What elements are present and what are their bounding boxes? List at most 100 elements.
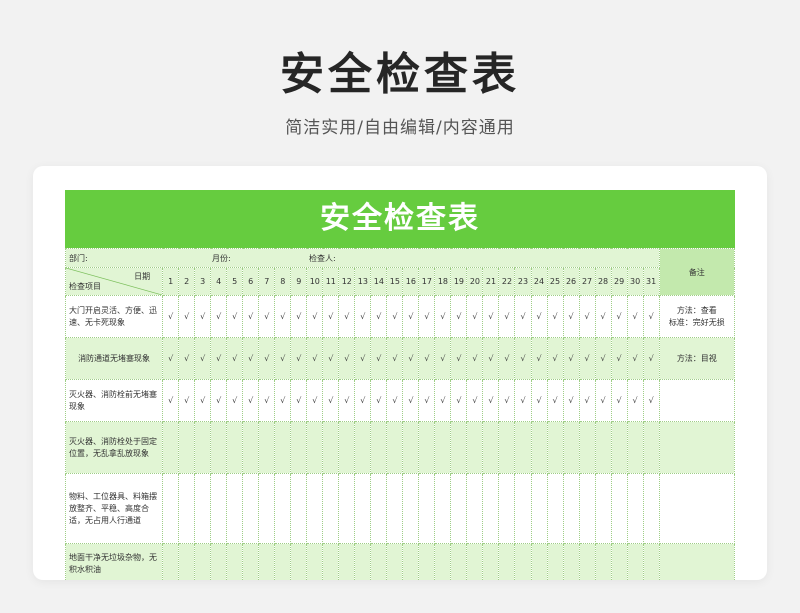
- day-cell[interactable]: √: [514, 337, 532, 380]
- day-cell[interactable]: √: [386, 379, 404, 422]
- day-cell[interactable]: √: [162, 379, 180, 422]
- day-cell[interactable]: [274, 543, 292, 580]
- day-cell[interactable]: √: [482, 379, 500, 422]
- day-cell[interactable]: [242, 421, 260, 474]
- day-cell[interactable]: [386, 421, 404, 474]
- day-cell[interactable]: √: [482, 295, 500, 338]
- day-cell[interactable]: [210, 421, 228, 474]
- day-cell[interactable]: [578, 473, 596, 544]
- day-cell[interactable]: [194, 543, 212, 580]
- day-cell[interactable]: [354, 543, 372, 580]
- day-cell[interactable]: √: [626, 295, 644, 338]
- day-cell[interactable]: [338, 473, 356, 544]
- day-cell[interactable]: √: [242, 337, 260, 380]
- day-cell[interactable]: √: [322, 295, 340, 338]
- day-cell[interactable]: [610, 421, 628, 474]
- day-cell[interactable]: √: [178, 295, 196, 338]
- day-cell[interactable]: [210, 543, 228, 580]
- day-cell[interactable]: √: [466, 337, 484, 380]
- day-cell[interactable]: √: [402, 379, 420, 422]
- day-cell[interactable]: √: [354, 379, 372, 422]
- day-cell[interactable]: [386, 543, 404, 580]
- day-cell[interactable]: √: [258, 379, 276, 422]
- day-cell[interactable]: √: [290, 295, 308, 338]
- day-cell[interactable]: [242, 543, 260, 580]
- day-cell[interactable]: [370, 473, 388, 544]
- day-cell[interactable]: [418, 421, 436, 474]
- day-cell[interactable]: √: [578, 295, 596, 338]
- day-cell[interactable]: [306, 543, 324, 580]
- day-cell[interactable]: √: [354, 337, 372, 380]
- day-cell[interactable]: [226, 473, 244, 544]
- day-cell[interactable]: [226, 543, 244, 580]
- day-cell[interactable]: [450, 421, 468, 474]
- day-cell[interactable]: [562, 543, 580, 580]
- day-cell[interactable]: [434, 473, 452, 544]
- day-cell[interactable]: √: [338, 337, 356, 380]
- day-cell[interactable]: √: [386, 295, 404, 338]
- day-cell[interactable]: √: [610, 379, 628, 422]
- day-cell[interactable]: [530, 473, 548, 544]
- day-cell[interactable]: √: [322, 379, 340, 422]
- day-cell[interactable]: [178, 473, 196, 544]
- day-cell[interactable]: [482, 421, 500, 474]
- day-cell[interactable]: √: [498, 295, 516, 338]
- day-cell[interactable]: √: [370, 379, 388, 422]
- day-cell[interactable]: [498, 473, 516, 544]
- day-cell[interactable]: [514, 543, 532, 580]
- day-cell[interactable]: [226, 421, 244, 474]
- day-cell[interactable]: √: [578, 379, 596, 422]
- day-cell[interactable]: √: [370, 295, 388, 338]
- day-cell[interactable]: √: [450, 379, 468, 422]
- day-cell[interactable]: [434, 543, 452, 580]
- day-cell[interactable]: √: [418, 379, 436, 422]
- day-cell[interactable]: [306, 473, 324, 544]
- day-cell[interactable]: √: [418, 337, 436, 380]
- day-cell[interactable]: √: [642, 337, 660, 380]
- day-cell[interactable]: √: [626, 337, 644, 380]
- day-cell[interactable]: [402, 543, 420, 580]
- day-cell[interactable]: √: [162, 295, 180, 338]
- day-cell[interactable]: √: [530, 295, 548, 338]
- day-cell[interactable]: √: [642, 379, 660, 422]
- day-cell[interactable]: √: [274, 337, 292, 380]
- day-cell[interactable]: √: [642, 295, 660, 338]
- day-cell[interactable]: √: [450, 295, 468, 338]
- day-cell[interactable]: [402, 421, 420, 474]
- day-cell[interactable]: [466, 421, 484, 474]
- day-cell[interactable]: [546, 421, 564, 474]
- day-cell[interactable]: [418, 543, 436, 580]
- day-cell[interactable]: [418, 473, 436, 544]
- day-cell[interactable]: [546, 473, 564, 544]
- day-cell[interactable]: √: [290, 379, 308, 422]
- day-cell[interactable]: [578, 543, 596, 580]
- day-cell[interactable]: [530, 543, 548, 580]
- day-cell[interactable]: √: [274, 295, 292, 338]
- day-cell[interactable]: [642, 543, 660, 580]
- day-cell[interactable]: [466, 543, 484, 580]
- day-cell[interactable]: [578, 421, 596, 474]
- day-cell[interactable]: √: [434, 295, 452, 338]
- day-cell[interactable]: √: [562, 379, 580, 422]
- day-cell[interactable]: [594, 543, 612, 580]
- remark-cell[interactable]: 方法：目视: [658, 337, 735, 380]
- day-cell[interactable]: [482, 543, 500, 580]
- day-cell[interactable]: √: [514, 379, 532, 422]
- day-cell[interactable]: √: [610, 295, 628, 338]
- day-cell[interactable]: √: [546, 295, 564, 338]
- day-cell[interactable]: √: [210, 337, 228, 380]
- day-cell[interactable]: √: [162, 337, 180, 380]
- day-cell[interactable]: √: [354, 295, 372, 338]
- day-cell[interactable]: √: [226, 379, 244, 422]
- day-cell[interactable]: [274, 421, 292, 474]
- day-cell[interactable]: √: [546, 379, 564, 422]
- day-cell[interactable]: √: [626, 379, 644, 422]
- day-cell[interactable]: √: [178, 337, 196, 380]
- day-cell[interactable]: √: [594, 337, 612, 380]
- day-cell[interactable]: √: [194, 379, 212, 422]
- day-cell[interactable]: √: [498, 337, 516, 380]
- day-cell[interactable]: [482, 473, 500, 544]
- day-cell[interactable]: [258, 543, 276, 580]
- day-cell[interactable]: [498, 543, 516, 580]
- day-cell[interactable]: [626, 473, 644, 544]
